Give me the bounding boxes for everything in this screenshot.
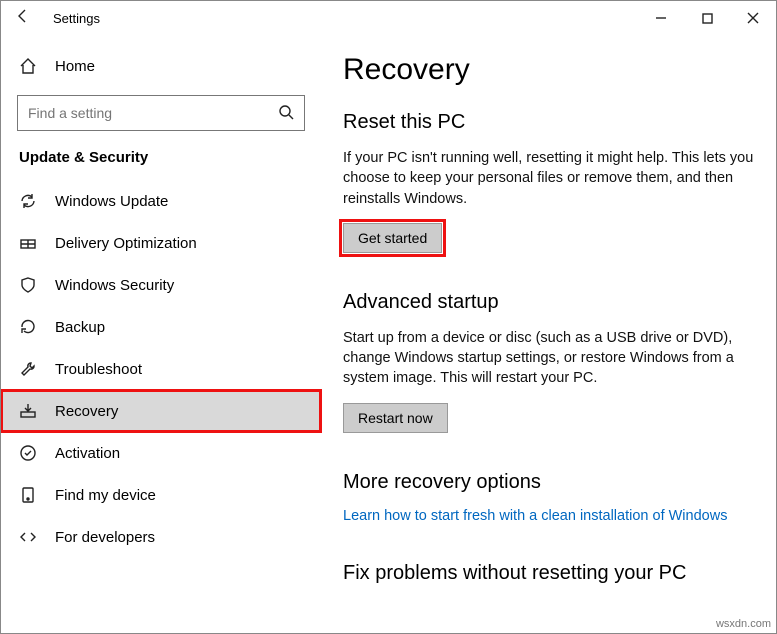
check-icon xyxy=(19,444,37,462)
shield-icon xyxy=(19,276,37,294)
nav-label: Recovery xyxy=(55,403,118,420)
advanced-heading: Advanced startup xyxy=(343,291,754,314)
back-button[interactable] xyxy=(9,8,37,29)
nav-activation[interactable]: Activation xyxy=(1,432,321,474)
page-title: Recovery xyxy=(343,53,754,87)
home-label: Home xyxy=(55,58,95,75)
fix-heading: Fix problems without resetting your PC xyxy=(343,562,754,585)
nav-windows-security[interactable]: Windows Security xyxy=(1,264,321,306)
nav-label: Windows Update xyxy=(55,193,168,210)
watermark: wsxdn.com xyxy=(716,618,771,630)
reset-heading: Reset this PC xyxy=(343,111,754,134)
content-pane: Recovery Reset this PC If your PC isn't … xyxy=(321,35,776,633)
nav-delivery-optimization[interactable]: Delivery Optimization xyxy=(1,222,321,264)
close-button[interactable] xyxy=(730,1,776,35)
restart-now-button[interactable]: Restart now xyxy=(343,403,448,433)
maximize-button[interactable] xyxy=(684,1,730,35)
nav-find-my-device[interactable]: Find my device xyxy=(1,474,321,516)
nav-backup[interactable]: Backup xyxy=(1,306,321,348)
search-icon xyxy=(278,104,294,123)
search-input[interactable] xyxy=(28,105,278,121)
advanced-desc: Start up from a device or disc (such as … xyxy=(343,328,754,389)
minimize-button[interactable] xyxy=(638,1,684,35)
clean-install-link[interactable]: Learn how to start fresh with a clean in… xyxy=(343,508,754,524)
search-box[interactable] xyxy=(17,95,305,131)
nav-label: Backup xyxy=(55,319,105,336)
reset-section: Reset this PC If your PC isn't running w… xyxy=(343,111,754,253)
home-nav[interactable]: Home xyxy=(1,47,321,85)
location-icon xyxy=(19,486,37,504)
sidebar: Home Update & Security Windows Update De… xyxy=(1,35,321,633)
titlebar: Settings xyxy=(1,1,776,35)
nav-label: Troubleshoot xyxy=(55,361,142,378)
get-started-button[interactable]: Get started xyxy=(343,223,442,253)
nav-troubleshoot[interactable]: Troubleshoot xyxy=(1,348,321,390)
nav-label: Activation xyxy=(55,445,120,462)
nav-recovery[interactable]: Recovery xyxy=(1,390,321,432)
window-title: Settings xyxy=(53,11,100,26)
recovery-icon xyxy=(19,402,37,420)
delivery-icon xyxy=(19,234,37,252)
backup-icon xyxy=(19,318,37,336)
nav-label: For developers xyxy=(55,529,155,546)
advanced-section: Advanced startup Start up from a device … xyxy=(343,291,754,433)
nav-windows-update[interactable]: Windows Update xyxy=(1,180,321,222)
nav-label: Find my device xyxy=(55,487,156,504)
wrench-icon xyxy=(19,360,37,378)
sync-icon xyxy=(19,192,37,210)
nav-label: Windows Security xyxy=(55,277,174,294)
reset-desc: If your PC isn't running well, resetting… xyxy=(343,148,754,209)
nav-for-developers[interactable]: For developers xyxy=(1,516,321,558)
home-icon xyxy=(19,57,37,75)
more-heading: More recovery options xyxy=(343,471,754,494)
more-section: More recovery options Learn how to start… xyxy=(343,471,754,524)
category-heading: Update & Security xyxy=(1,149,321,180)
nav-label: Delivery Optimization xyxy=(55,235,197,252)
code-icon xyxy=(19,528,37,546)
